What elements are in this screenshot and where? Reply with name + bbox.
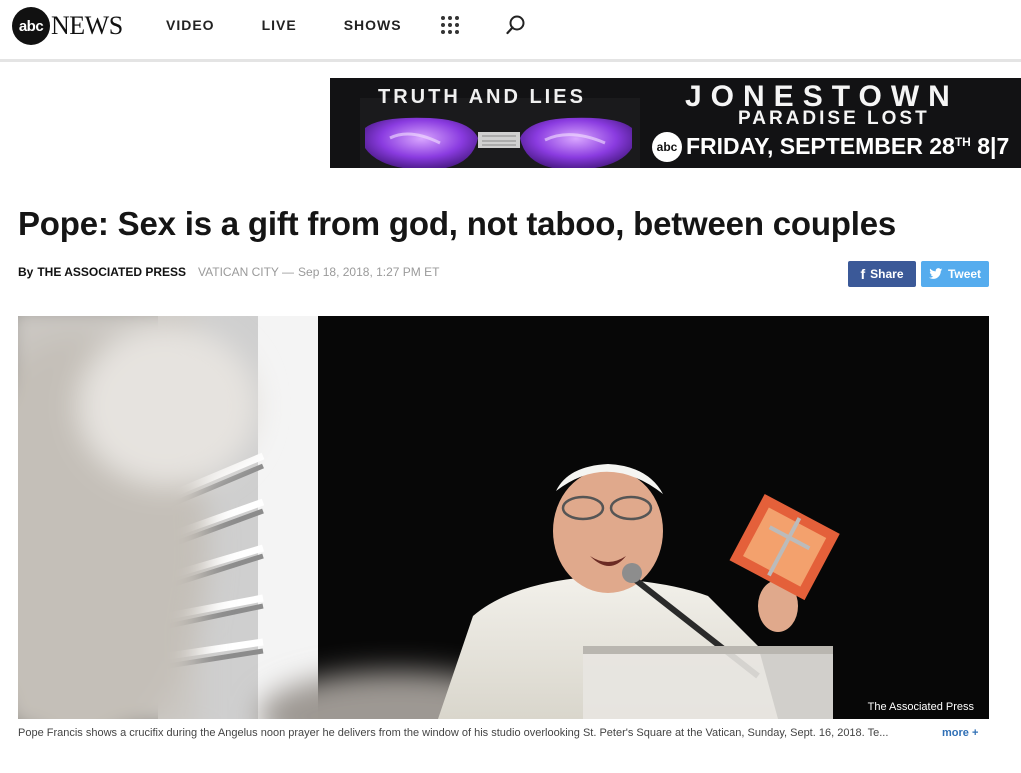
caption-more-link[interactable]: more + [942, 727, 978, 739]
byline-prefix: By [18, 265, 34, 279]
banner-tagline: TRUTH AND LIES [378, 86, 586, 108]
facebook-share-button[interactable]: f Share [848, 261, 916, 287]
article-headline: Pope: Sex is a gift from god, not taboo,… [18, 205, 897, 242]
banner-airdate: FRIDAY, SEPTEMBER 28TH 8|7 [686, 133, 1010, 159]
facebook-icon: f [860, 266, 866, 282]
byline-author[interactable]: THE ASSOCIATED PRESS [37, 265, 186, 279]
menu-grid-icon[interactable] [441, 16, 459, 34]
article-byline: By THE ASSOCIATED PRESS VATICAN CITY — S… [18, 265, 439, 279]
abc-news-logo[interactable]: abc NEWS [12, 6, 123, 46]
pope-photo-image [18, 316, 989, 719]
nav-video[interactable]: VIDEO [166, 17, 215, 33]
publish-date: Sep 18, 2018, 1:27 PM ET [298, 265, 440, 279]
twitter-share-button[interactable]: Tweet [921, 261, 989, 287]
top-navigation-bar: abc NEWS VIDEO LIVE SHOWS [0, 0, 1021, 62]
abc-logo-circle: abc [12, 7, 50, 45]
banner-subtitle: PARADISE LOST [738, 108, 930, 129]
caption-text: Pope Francis shows a crucifix during the… [18, 727, 889, 739]
promo-banner[interactable]: TRUTH AND LIES JONESTOWN PARADISE LOST a… [330, 78, 1021, 168]
banner-abc-logo: abc [652, 132, 682, 162]
news-wordmark: NEWS [51, 11, 123, 40]
photo-caption: Pope Francis shows a crucifix during the… [18, 727, 989, 739]
article-lead-photo[interactable]: The Associated Press [18, 316, 989, 719]
twitter-share-label: Tweet [947, 267, 982, 281]
main-nav: VIDEO LIVE SHOWS [166, 17, 449, 33]
search-icon[interactable] [505, 14, 527, 36]
dateline-location: VATICAN CITY — [198, 265, 295, 279]
nav-shows[interactable]: SHOWS [344, 17, 402, 33]
twitter-bird-icon [928, 268, 943, 279]
nav-live[interactable]: LIVE [262, 17, 297, 33]
facebook-share-label: Share [870, 267, 904, 281]
photo-credit: The Associated Press [867, 701, 974, 713]
